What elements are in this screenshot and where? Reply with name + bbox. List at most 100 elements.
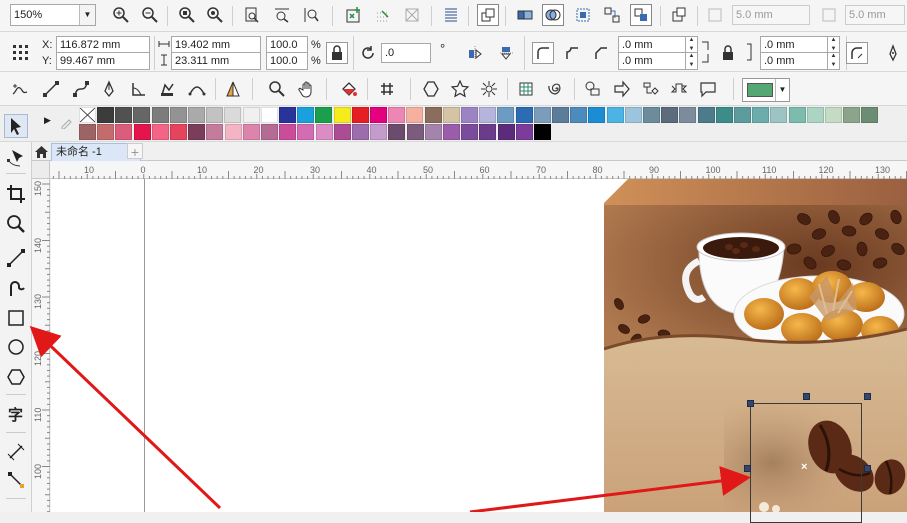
scalloped-corner-icon[interactable]: [561, 42, 583, 64]
chevron-down-icon[interactable]: ▼: [775, 79, 789, 101]
connector-tool-icon[interactable]: [4, 468, 28, 492]
nudge-distance-field[interactable]: 5.0 mm: [732, 5, 810, 25]
relative-corner-scaling-icon[interactable]: [846, 42, 868, 64]
zoom-to-page-icon[interactable]: [241, 4, 263, 26]
color-swatch[interactable]: [206, 107, 224, 123]
color-swatch[interactable]: [279, 124, 297, 140]
bspline-tool-icon[interactable]: [128, 78, 150, 100]
freehand-tool-icon[interactable]: [9, 78, 31, 100]
palette-scroll-left-icon[interactable]: ▶: [44, 115, 51, 126]
edit-corners-together-icon[interactable]: [717, 42, 739, 64]
color-swatch[interactable]: [370, 107, 387, 123]
3point-curve-tool-icon[interactable]: [186, 78, 208, 100]
corner-spinner[interactable]: ▲ ▼: [685, 52, 697, 70]
intersect-icon[interactable]: [601, 4, 623, 26]
color-swatch[interactable]: [242, 124, 260, 140]
object-origin-icon[interactable]: [9, 41, 31, 63]
color-swatch[interactable]: [442, 107, 460, 123]
zoom-combobox[interactable]: 150% ▼: [10, 4, 96, 26]
polygon-tool-icon[interactable]: [420, 78, 442, 100]
parallel-dimension-tool-icon[interactable]: [4, 440, 28, 464]
home-icon[interactable]: [34, 144, 49, 159]
color-swatch[interactable]: [588, 107, 606, 123]
line-2point-tool-icon[interactable]: [40, 78, 62, 100]
eyedropper-icon[interactable]: [60, 115, 74, 130]
color-swatch[interactable]: [97, 107, 114, 123]
color-swatch[interactable]: [224, 124, 242, 140]
color-swatch[interactable]: [788, 107, 806, 123]
color-swatch[interactable]: [843, 107, 861, 123]
color-swatch[interactable]: [825, 107, 842, 123]
color-swatch[interactable]: [115, 107, 133, 123]
color-swatch[interactable]: [806, 107, 824, 123]
color-swatch[interactable]: [170, 124, 187, 140]
selection-center-icon[interactable]: ×: [801, 462, 807, 473]
pan-tool-icon[interactable]: [296, 78, 318, 100]
selection-handle-middle-left[interactable]: [744, 465, 751, 472]
color-swatch[interactable]: [497, 124, 515, 140]
fill-color-picker[interactable]: ▼: [742, 78, 790, 102]
snap-grid-icon[interactable]: [372, 4, 394, 26]
color-swatch[interactable]: [515, 124, 533, 140]
zoom-tool-icon[interactable]: [4, 212, 28, 236]
color-swatch[interactable]: [297, 124, 315, 140]
color-swatch[interactable]: [443, 124, 460, 140]
polyline-tool-icon[interactable]: [156, 78, 178, 100]
add-grid-icon[interactable]: [343, 4, 365, 26]
ruler-corner[interactable]: [32, 161, 50, 179]
weld-icon[interactable]: [542, 4, 564, 26]
color-swatch[interactable]: [643, 107, 660, 123]
crop-tool-icon[interactable]: [4, 182, 28, 206]
color-swatch[interactable]: [297, 107, 315, 123]
color-swatch[interactable]: [388, 124, 406, 140]
zoom-in-icon[interactable]: [110, 4, 132, 26]
round-corner-icon[interactable]: [532, 42, 554, 64]
color-swatch[interactable]: [388, 107, 406, 123]
chamfered-corner-icon[interactable]: [590, 42, 612, 64]
trim-icon[interactable]: [572, 4, 594, 26]
zoom-to-page-height-icon[interactable]: [300, 4, 322, 26]
mirror-horizontal-icon[interactable]: [464, 42, 486, 64]
rotation-field[interactable]: .0: [381, 43, 431, 63]
color-swatch[interactable]: [661, 107, 679, 123]
basic-shapes-tool-icon[interactable]: [582, 78, 604, 100]
color-swatch[interactable]: [133, 107, 151, 123]
freehand-tool-icon[interactable]: [4, 246, 28, 270]
polygon-tool-icon[interactable]: [4, 365, 28, 389]
height-field[interactable]: 23.311 mm: [171, 52, 261, 70]
spiral-tool-icon[interactable]: [545, 78, 567, 100]
color-swatch[interactable]: [406, 124, 424, 140]
color-swatch[interactable]: [333, 107, 351, 123]
star-tool-icon[interactable]: [449, 78, 471, 100]
color-swatch[interactable]: [461, 107, 478, 123]
y-position-field[interactable]: 99.467 mm: [56, 52, 150, 70]
selection-handle-top-right[interactable]: [864, 393, 871, 400]
color-swatch[interactable]: [624, 107, 642, 123]
ellipse-tool-icon[interactable]: [4, 335, 28, 359]
color-swatch[interactable]: [352, 124, 369, 140]
color-swatch[interactable]: [97, 124, 115, 140]
color-swatch[interactable]: [188, 124, 206, 140]
corner-link-icon[interactable]: [700, 40, 714, 64]
color-swatch[interactable]: [861, 107, 879, 123]
chevron-down-icon[interactable]: ▼: [79, 5, 95, 25]
color-swatch[interactable]: [697, 107, 715, 123]
align-distribute-icon[interactable]: [440, 4, 462, 26]
color-swatch[interactable]: [552, 107, 569, 123]
text-tool-icon[interactable]: 字: [4, 402, 28, 426]
color-swatch[interactable]: [315, 107, 333, 123]
color-swatch[interactable]: [224, 107, 242, 123]
color-swatch[interactable]: [406, 107, 424, 123]
remove-grid-icon[interactable]: [401, 4, 423, 26]
color-swatch[interactable]: [770, 107, 788, 123]
no-color-swatch[interactable]: [79, 107, 96, 123]
color-swatch[interactable]: [206, 124, 224, 140]
complex-star-tool-icon[interactable]: [478, 78, 500, 100]
color-swatch[interactable]: [534, 124, 551, 140]
color-swatch[interactable]: [242, 107, 260, 123]
color-swatch[interactable]: [479, 124, 497, 140]
color-swatch[interactable]: [606, 107, 624, 123]
color-swatch[interactable]: [260, 107, 278, 123]
arrow-shapes-tool-icon[interactable]: [611, 78, 633, 100]
corner-spinner[interactable]: ▲ ▼: [827, 52, 839, 70]
